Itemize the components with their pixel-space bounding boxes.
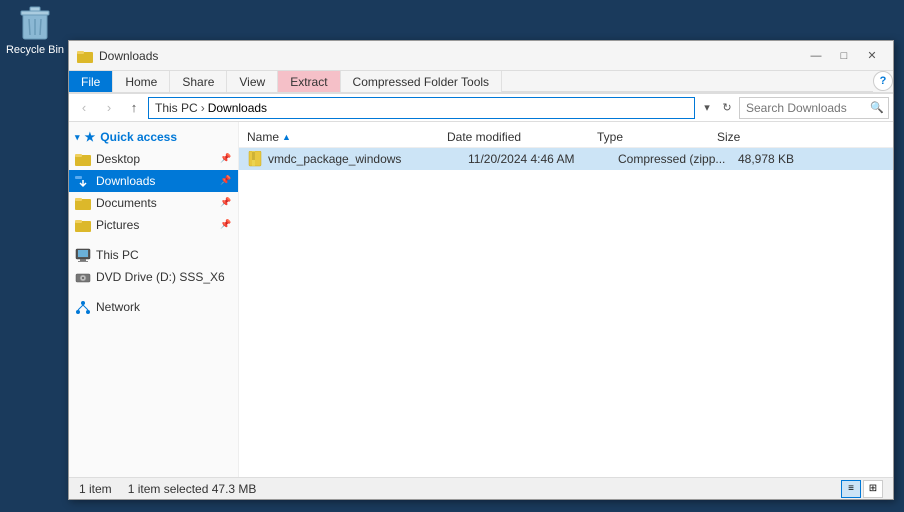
refresh-button[interactable]: ↻	[718, 97, 736, 119]
tab-extract[interactable]: Extract	[278, 71, 340, 92]
tab-file[interactable]: File	[69, 71, 113, 92]
sidebar-label-documents: Documents	[96, 196, 215, 210]
close-button[interactable]: ✕	[859, 46, 885, 66]
col-header-type[interactable]: Type	[597, 130, 717, 144]
window-title: Downloads	[99, 49, 158, 63]
up-button[interactable]: ↑	[123, 97, 145, 119]
pin-icon-downloads: 📌	[220, 175, 232, 187]
sidebar-item-desktop[interactable]: Desktop 📌	[69, 148, 238, 170]
sidebar-label-dvd: DVD Drive (D:) SSS_X6	[96, 270, 232, 284]
file-date: 11/20/2024 4:46 AM	[468, 152, 618, 166]
file-name: vmdc_package_windows	[268, 152, 468, 166]
network-icon	[75, 299, 91, 315]
explorer-window: Downloads — □ ✕ File Home Share View Ext…	[68, 40, 894, 500]
selected-info: 1 item selected 47.3 MB	[128, 482, 257, 496]
col-header-size[interactable]: Size	[717, 130, 797, 144]
sort-arrow-name: ▲	[282, 132, 291, 142]
search-input[interactable]	[739, 97, 889, 119]
column-headers: Name ▲ Date modified Type Size	[239, 126, 893, 148]
recycle-bin-label: Recycle Bin	[6, 44, 64, 56]
dvd-drive-icon	[75, 269, 91, 285]
file-size: 48,978 KB	[738, 152, 818, 166]
help-button[interactable]: ?	[873, 71, 893, 91]
large-icons-view-button[interactable]: ⊞	[863, 480, 883, 498]
item-count: 1 item	[79, 482, 112, 496]
title-bar: Downloads — □ ✕	[69, 41, 893, 71]
file-type: Compressed (zipp...	[618, 152, 738, 166]
details-view-button[interactable]: ≡	[841, 480, 861, 498]
back-button[interactable]: ‹	[73, 97, 95, 119]
maximize-button[interactable]: □	[831, 46, 857, 66]
pin-icon-pictures: 📌	[220, 219, 232, 231]
this-pc-icon	[75, 247, 91, 263]
sidebar-item-pictures[interactable]: Pictures 📌	[69, 214, 238, 236]
tab-view[interactable]: View	[227, 71, 278, 92]
sidebar-label-this-pc: This PC	[96, 248, 232, 262]
desktop-folder-icon	[75, 151, 91, 167]
path-this-pc: This PC	[155, 101, 198, 115]
dropdown-button[interactable]: ▾	[698, 97, 716, 119]
tab-share[interactable]: Share	[170, 71, 227, 92]
recycle-bin-icon[interactable]: Recycle Bin	[5, 5, 65, 56]
sidebar-item-downloads[interactable]: Downloads 📌	[69, 170, 238, 192]
sidebar-section-quick-access[interactable]: ▾ ★ Quick access	[69, 126, 238, 148]
downloads-folder-icon	[75, 173, 91, 189]
file-zip-icon	[247, 151, 263, 167]
minimize-button[interactable]: —	[803, 46, 829, 66]
address-path[interactable]: This PC › Downloads	[148, 97, 695, 119]
view-toggle: ≡ ⊞	[841, 480, 883, 498]
ribbon-tab-bar: File Home Share View Extract Compressed …	[69, 71, 893, 93]
address-bar-right: ▾ ↻	[698, 97, 736, 119]
tab-compressed-folder-tools[interactable]: Compressed Folder Tools	[341, 71, 503, 92]
sidebar-label-downloads: Downloads	[96, 174, 215, 188]
forward-button[interactable]: ›	[98, 97, 120, 119]
main-content: ▾ ★ Quick access Desktop 📌	[69, 122, 893, 477]
pin-icon-documents: 📌	[220, 197, 232, 209]
pin-icon-desktop: 📌	[220, 153, 232, 165]
documents-folder-icon	[75, 195, 91, 211]
status-info: 1 item 1 item selected 47.3 MB	[79, 482, 841, 496]
col-header-date[interactable]: Date modified	[447, 130, 597, 144]
search-wrapper: 🔍	[739, 97, 889, 119]
sidebar-item-dvd[interactable]: DVD Drive (D:) SSS_X6	[69, 266, 238, 288]
path-downloads: Downloads	[208, 101, 267, 115]
sidebar-item-this-pc[interactable]: This PC	[69, 244, 238, 266]
sidebar-label-network: Network	[96, 300, 232, 314]
window-controls: — □ ✕	[803, 46, 885, 66]
address-bar: ‹ › ↑ This PC › Downloads ▾ ↻ 🔍	[69, 94, 893, 122]
col-header-name[interactable]: Name ▲	[247, 130, 447, 144]
sidebar-item-documents[interactable]: Documents 📌	[69, 192, 238, 214]
sidebar-item-network[interactable]: Network	[69, 296, 238, 318]
sidebar-label-desktop: Desktop	[96, 152, 215, 166]
tab-home[interactable]: Home	[113, 71, 170, 92]
window-folder-icon	[77, 48, 93, 64]
pictures-folder-icon	[75, 217, 91, 233]
table-row[interactable]: vmdc_package_windows 11/20/2024 4:46 AM …	[239, 148, 893, 170]
file-list: Name ▲ Date modified Type Size	[239, 122, 893, 477]
ribbon: File Home Share View Extract Compressed …	[69, 71, 893, 94]
status-bar: 1 item 1 item selected 47.3 MB ≡ ⊞	[69, 477, 893, 499]
sidebar: ▾ ★ Quick access Desktop 📌	[69, 122, 239, 477]
sidebar-label-pictures: Pictures	[96, 218, 215, 232]
